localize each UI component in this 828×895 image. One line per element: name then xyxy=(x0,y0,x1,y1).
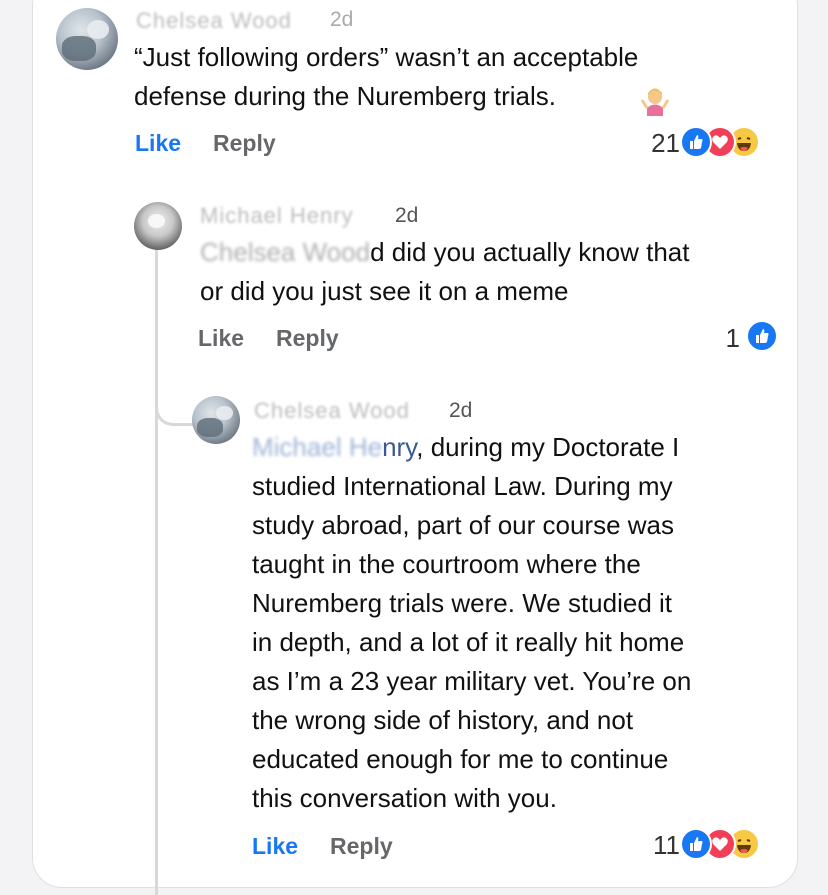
mention-link[interactable]: Chelsea Wood xyxy=(200,237,370,267)
like-icon xyxy=(746,320,778,352)
avatar[interactable] xyxy=(56,8,118,70)
reaction-icons[interactable] xyxy=(680,126,780,158)
person-shrugging-emoji xyxy=(640,88,670,116)
reply-button[interactable]: Reply xyxy=(213,130,276,157)
avatar[interactable] xyxy=(192,396,240,444)
reaction-icons[interactable] xyxy=(680,828,780,860)
comment-author-name[interactable]: Chelsea Wood xyxy=(254,398,410,424)
comment-text-line: Chelsea Woodd did you actually know that xyxy=(200,237,690,267)
reply-button[interactable]: Reply xyxy=(276,325,339,352)
reaction-count[interactable]: 21 xyxy=(630,128,680,159)
comment-text-line: in depth, and a lot of it really hit hom… xyxy=(252,627,685,657)
comment-text-line: Nuremberg trials were. We studied it xyxy=(252,588,673,618)
comment-author-name[interactable]: Michael Henry xyxy=(200,203,354,229)
like-icon xyxy=(680,828,712,860)
comment-text-line: taught in the courtroom where the xyxy=(252,549,641,579)
comment-text: “Just following orders” wasn’t an accept… xyxy=(134,38,774,116)
comment-text-line: or did you just see it on a meme xyxy=(200,276,569,306)
comment-text-line: as I’m a 23 year military vet. You’re on xyxy=(252,666,692,696)
comment-text-line: “Just following orders” wasn’t an accept… xyxy=(134,42,639,72)
like-button[interactable]: Like xyxy=(198,325,244,352)
comment-text-line: defense during the Nuremberg trials. xyxy=(134,81,557,111)
comment-timestamp[interactable]: 2d xyxy=(395,204,418,228)
comment-text-line: studied International Law. During my xyxy=(252,471,673,501)
comment-text-line: the wrong side of history, and not xyxy=(252,705,634,735)
reaction-icons[interactable] xyxy=(746,320,782,352)
comment-text: Michael Henry, during my Doctorate I stu… xyxy=(252,428,792,818)
comment-text-line: educated enough for me to continue xyxy=(252,744,669,774)
reply-button[interactable]: Reply xyxy=(330,833,393,860)
mention-link[interactable]: Michael He xyxy=(252,432,382,462)
comment-text: Chelsea Woodd did you actually know that… xyxy=(200,233,780,311)
like-button[interactable]: Like xyxy=(252,833,298,860)
comment-text-line: this conversation with you. xyxy=(252,783,557,813)
avatar[interactable] xyxy=(134,202,182,250)
thread-connector-line xyxy=(155,245,158,895)
comment-text-line: Michael Henry, during my Doctorate I xyxy=(252,432,680,462)
reaction-count[interactable]: 1 xyxy=(700,323,740,354)
like-button[interactable]: Like xyxy=(135,130,181,157)
like-icon xyxy=(680,126,712,158)
comment-timestamp[interactable]: 2d xyxy=(330,8,353,32)
comment-author-name[interactable]: Chelsea Wood xyxy=(136,8,292,34)
mention-link-visible[interactable]: nry xyxy=(382,432,416,462)
reaction-count[interactable]: 11 xyxy=(630,830,680,861)
comment-timestamp[interactable]: 2d xyxy=(449,399,472,423)
comment-text-line: study abroad, part of our course was xyxy=(252,510,675,540)
